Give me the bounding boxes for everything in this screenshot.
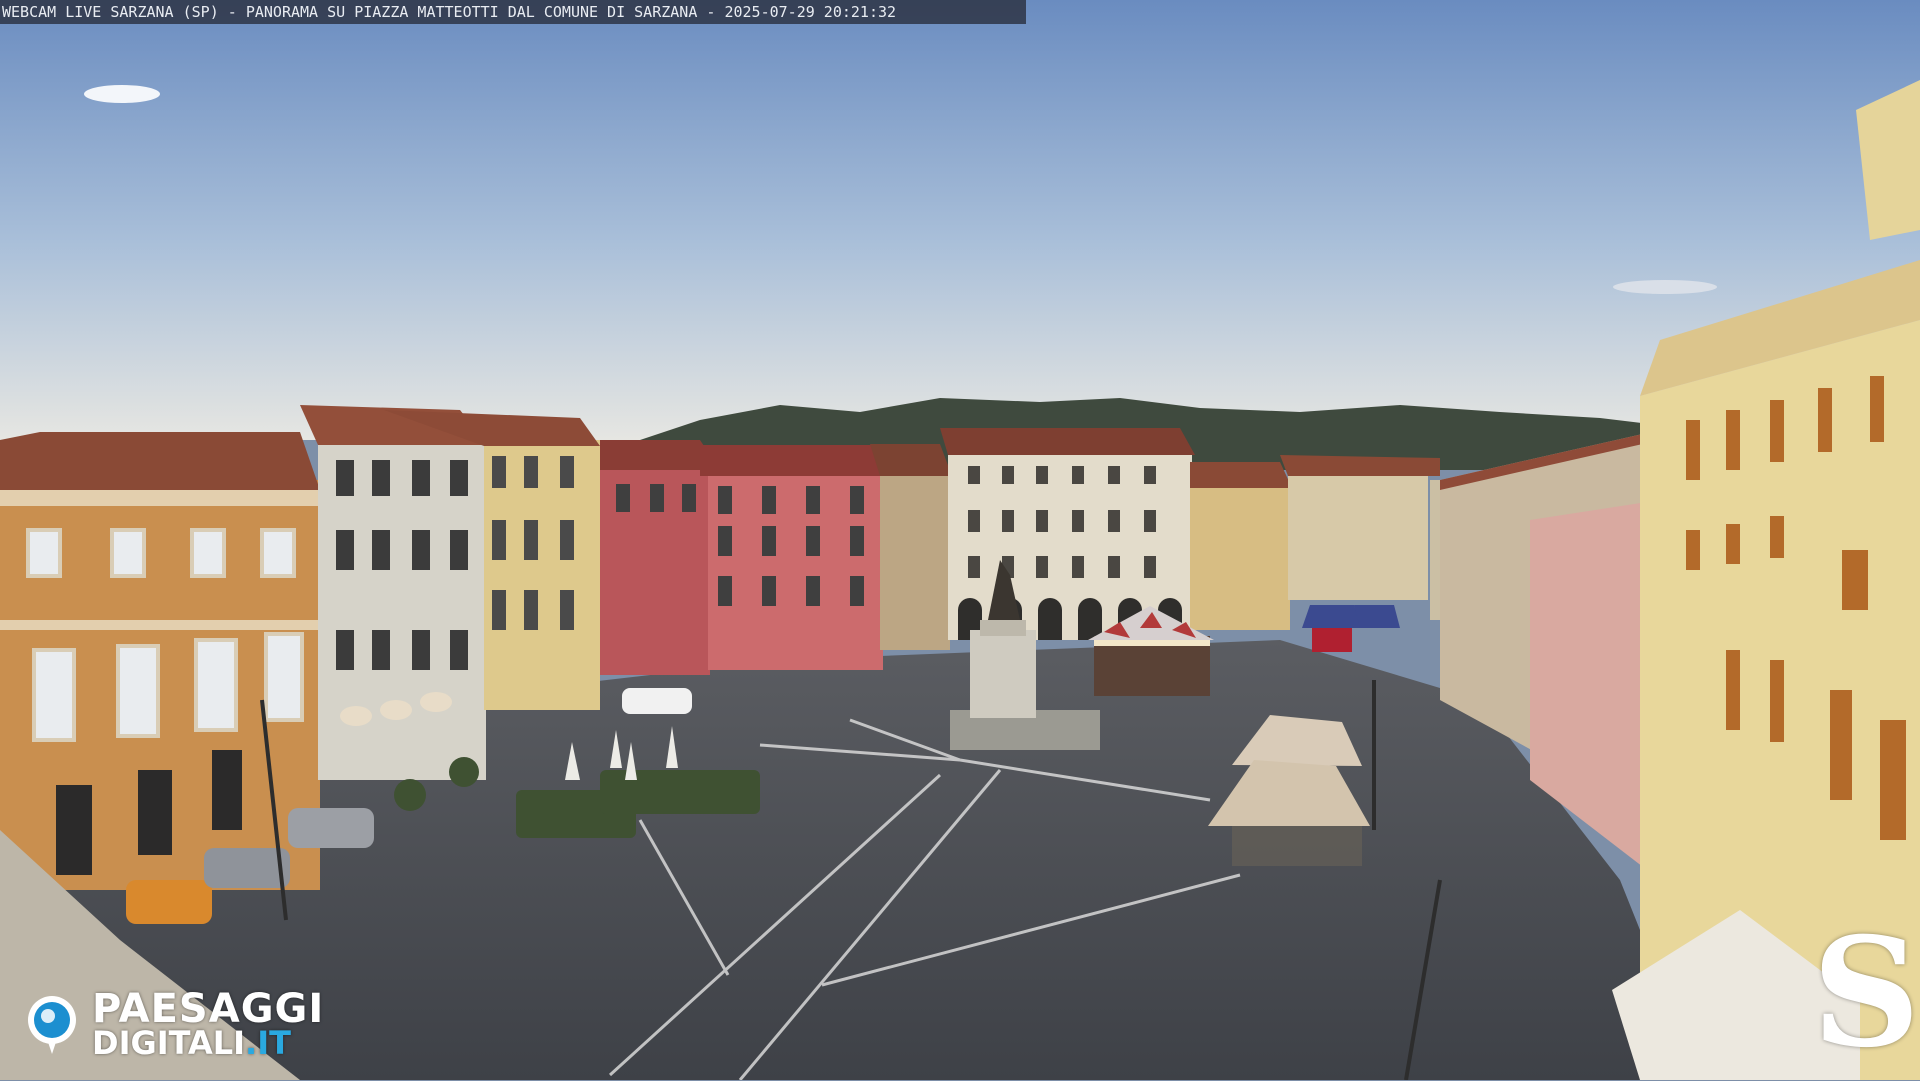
paesaggi-digitali-logo: PAESAGGI DIGITALI.IT — [24, 986, 344, 1062]
webcam-scene — [0, 0, 1920, 1080]
sky — [0, 0, 1920, 440]
building-grey — [300, 405, 488, 780]
sarzana-s-logo: S — [1812, 905, 1920, 1081]
logo-text-tld: .IT — [245, 1024, 291, 1062]
webcam-caption: WEBCAM LIVE SARZANA (SP) - PANORAMA SU P… — [0, 0, 1026, 24]
logo-text-digitali-main: DIGITALI — [92, 1024, 246, 1062]
building-left-orange — [0, 432, 320, 890]
building-red — [600, 440, 890, 675]
cloud — [84, 85, 160, 103]
cloud — [1613, 280, 1717, 294]
building-tan — [870, 444, 952, 650]
logo-text-digitali: DIGITALI.IT — [92, 1024, 291, 1062]
camera-lens-icon — [28, 996, 76, 1054]
